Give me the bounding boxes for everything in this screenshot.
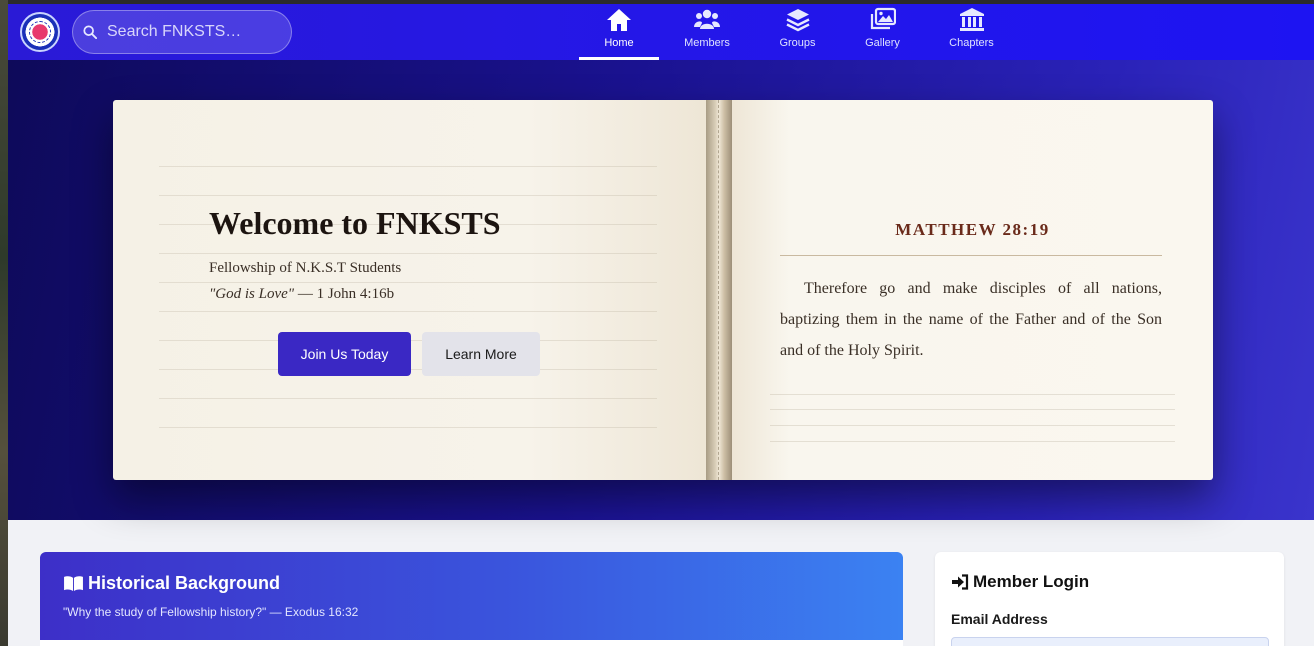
users-icon <box>694 9 720 29</box>
main-nav: Home Members Groups Gallery Chapters <box>579 4 1018 60</box>
nav-item-label: Groups <box>779 37 816 49</box>
nav-item-label: Members <box>684 37 730 49</box>
book-left-page: Welcome to FNKSTS Fellowship of N.K.S.T … <box>113 100 706 480</box>
history-subtitle: "Why the study of Fellowship history?" —… <box>63 605 359 619</box>
hero-quote: "God is Love" — 1 John 4:16b <box>209 286 394 303</box>
book-open-icon <box>64 576 83 592</box>
email-label: Email Address <box>951 611 1048 627</box>
nav-item-chapters[interactable]: Chapters <box>925 4 1018 60</box>
join-us-button[interactable]: Join Us Today <box>278 332 411 376</box>
nav-item-gallery[interactable]: Gallery <box>840 4 925 60</box>
images-icon <box>870 7 896 30</box>
verse-text: Therefore go and make disciples of all n… <box>780 280 1162 359</box>
book-spine <box>706 100 732 480</box>
search-box[interactable] <box>72 10 292 54</box>
home-icon <box>607 9 631 31</box>
verse-reference: MATTHEW 28:19 <box>895 220 1050 239</box>
nav-item-home[interactable]: Home <box>579 4 659 60</box>
landmark-icon <box>959 8 984 31</box>
member-login-card: Member Login Email Address <box>935 552 1284 646</box>
nav-item-label: Home <box>604 37 634 49</box>
nav-item-label: Chapters <box>949 37 994 49</box>
quote-text: "God is Love" <box>209 286 295 302</box>
history-heading: Historical Background <box>63 573 280 594</box>
login-heading: Member Login <box>951 572 1089 592</box>
search-input[interactable] <box>107 23 277 41</box>
top-navbar: Home Members Groups Gallery Chapters <box>8 4 1314 60</box>
historical-background-card: Historical Background "Why the study of … <box>40 552 903 646</box>
sign-in-icon <box>952 574 969 590</box>
nav-item-members[interactable]: Members <box>659 4 755 60</box>
nav-item-label: Gallery <box>865 37 900 49</box>
book-right-page: MATTHEW 28:19 Therefore go and make disc… <box>732 100 1213 480</box>
email-field[interactable] <box>951 637 1269 646</box>
desktop-background-edge <box>0 0 8 646</box>
nav-item-groups[interactable]: Groups <box>755 4 840 60</box>
history-title: Historical Background <box>88 573 281 593</box>
open-book: Welcome to FNKSTS Fellowship of N.K.S.T … <box>113 100 1213 480</box>
hero-subtitle: Fellowship of N.K.S.T Students <box>209 260 402 276</box>
learn-more-button[interactable]: Learn More <box>422 332 540 376</box>
quote-reference: — 1 John 4:16b <box>294 286 395 302</box>
page-title: Welcome to FNKSTS <box>209 205 501 241</box>
layers-icon <box>785 9 810 32</box>
app-window: Home Members Groups Gallery Chapters <box>8 4 1314 646</box>
login-title: Member Login <box>973 572 1090 591</box>
hero-section: Welcome to FNKSTS Fellowship of N.K.S.T … <box>8 60 1314 520</box>
verse-divider <box>780 255 1162 256</box>
search-icon <box>83 25 97 39</box>
fellowship-logo-icon[interactable] <box>20 12 60 52</box>
history-body <box>40 640 903 646</box>
